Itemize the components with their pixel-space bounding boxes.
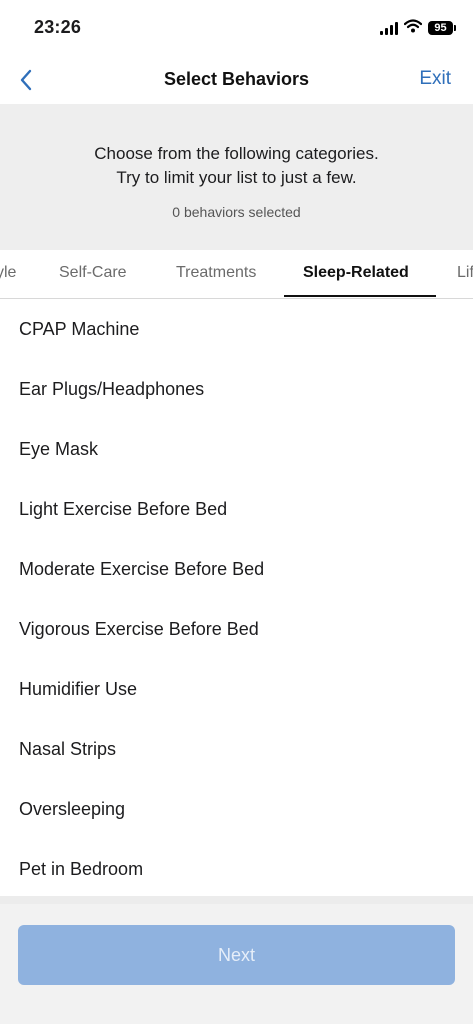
behavior-item-ear-plugs[interactable]: Ear Plugs/Headphones: [0, 359, 473, 419]
behavior-item-eye-mask[interactable]: Eye Mask: [0, 419, 473, 479]
behavior-item-oversleeping[interactable]: Oversleeping: [0, 779, 473, 839]
instruction-line-1: Choose from the following categories.: [94, 144, 379, 163]
battery-icon: 95: [428, 21, 456, 35]
page-title: Select Behaviors: [163, 69, 310, 89]
wifi-icon: [403, 18, 423, 38]
active-tab-indicator: [284, 295, 436, 297]
exit-button[interactable]: Exit: [419, 68, 451, 90]
behavior-item-cpap-machine[interactable]: CPAP Machine: [0, 299, 473, 359]
selected-count: 0 behaviors selected: [172, 204, 301, 220]
behavior-item-nasal-strips[interactable]: Nasal Strips: [0, 719, 473, 779]
footer: Next: [0, 896, 473, 1024]
footer-divider: [0, 896, 473, 904]
next-button[interactable]: Next: [18, 925, 455, 985]
tab-self-care[interactable]: Self-Care: [59, 264, 127, 282]
tab-sleep-related[interactable]: Sleep-Related: [303, 264, 409, 282]
behavior-list: CPAP Machine Ear Plugs/Headphones Eye Ma…: [0, 299, 473, 899]
cellular-signal-icon: [380, 21, 398, 35]
behavior-item-vigorous-exercise[interactable]: Vigorous Exercise Before Bed: [0, 599, 473, 659]
behavior-item-humidifier-use[interactable]: Humidifier Use: [0, 659, 473, 719]
instructions-panel: Choose from the following categories. Tr…: [0, 104, 473, 250]
status-time: 23:26: [34, 17, 82, 37]
tab-treatments[interactable]: Treatments: [176, 264, 256, 282]
status-icons: 95: [380, 18, 456, 38]
instruction-line-2: Try to limit your list to just a few.: [116, 168, 357, 187]
status-bar: 23:26 95: [0, 0, 473, 56]
behavior-item-light-exercise[interactable]: Light Exercise Before Bed: [0, 479, 473, 539]
behavior-item-moderate-exercise[interactable]: Moderate Exercise Before Bed: [0, 539, 473, 599]
tab-lifestyle-partial[interactable]: yle: [0, 264, 16, 282]
navigation-bar: Select Behaviors Exit: [0, 56, 473, 104]
tab-partial-next[interactable]: Lif: [457, 264, 473, 282]
category-tabs[interactable]: yle Self-Care Treatments Sleep-Related L…: [0, 250, 473, 299]
behavior-item-pet-in-bedroom[interactable]: Pet in Bedroom: [0, 839, 473, 899]
